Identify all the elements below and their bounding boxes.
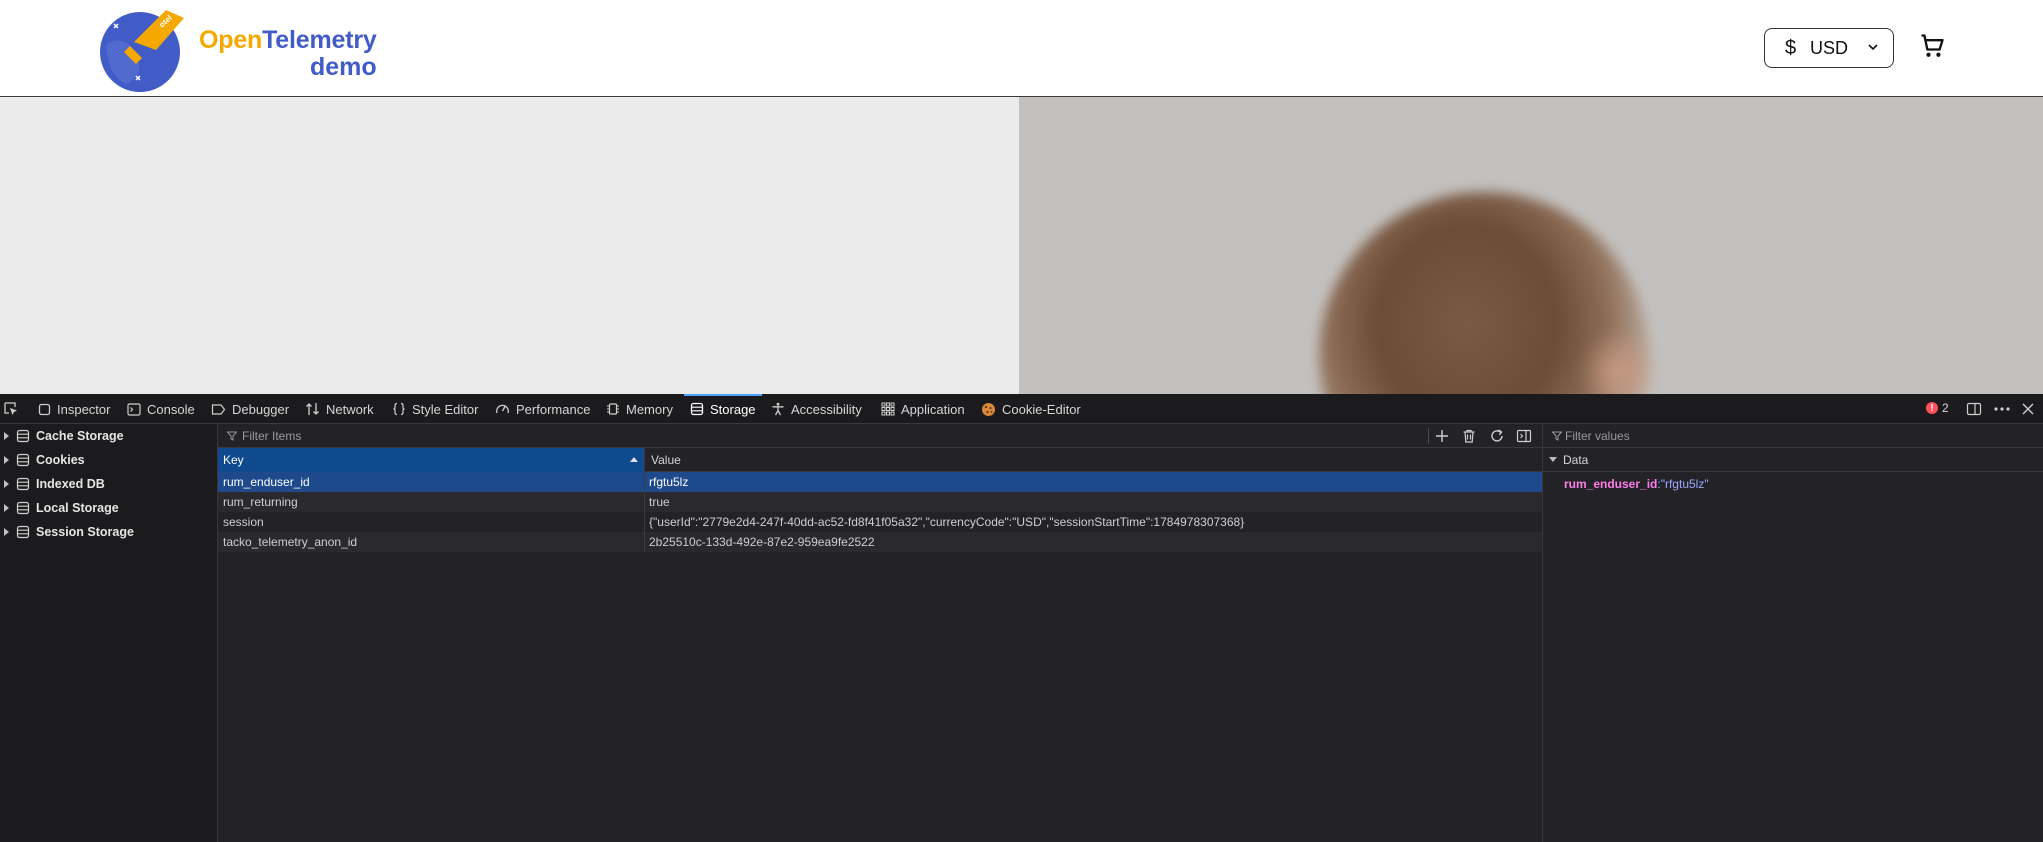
expand-arrow-icon[interactable]	[4, 480, 9, 488]
filter-icon	[227, 431, 237, 441]
sort-ascending-icon	[630, 457, 638, 462]
item-details-panel: Data rum_enduser_id:"rfgtu5lz"	[1542, 424, 2043, 842]
hero-banner-image	[1019, 97, 2043, 394]
tab-accessibility[interactable]: Accessibility	[771, 394, 862, 424]
table-row[interactable]: session {"userId":"2779e2d4-247f-40dd-ac…	[218, 512, 1542, 532]
column-divider	[644, 492, 645, 512]
logo-subtext: demo	[310, 53, 377, 81]
accessibility-icon	[772, 402, 784, 416]
expand-arrow-icon[interactable]	[4, 528, 9, 536]
table-row[interactable]: rum_returning true	[218, 492, 1542, 512]
element-picker-icon[interactable]	[3, 401, 19, 417]
data-section-header[interactable]: Data	[1543, 448, 2043, 472]
currency-symbol: $	[1785, 37, 1797, 59]
tree-item-indexed-db[interactable]: Indexed DB	[0, 473, 105, 495]
column-divider	[644, 532, 645, 552]
chevron-down-icon	[1868, 44, 1878, 51]
tree-item-session-storage[interactable]: Session Storage	[0, 521, 134, 543]
dock-side-icon[interactable]	[1966, 401, 1982, 417]
tab-console[interactable]: Console	[127, 394, 195, 424]
hero-banner-left	[0, 97, 1019, 394]
chip-icon	[607, 403, 619, 415]
tree-item-local-storage[interactable]: Local Storage	[0, 497, 119, 519]
filter-items-bar	[218, 424, 1542, 448]
tab-network[interactable]: Network	[305, 394, 374, 424]
add-item-icon[interactable]	[1434, 428, 1450, 444]
table-header: Key Value	[218, 448, 1542, 472]
row-key: rum_enduser_id	[223, 475, 310, 489]
collapse-caret-icon	[1549, 457, 1557, 462]
devtools-panel: Inspector Console Debugger Network Style…	[0, 394, 2043, 842]
more-options-icon[interactable]	[1993, 401, 2011, 417]
column-header-value[interactable]: Value	[644, 448, 1542, 472]
tree-item-cookies[interactable]: Cookies	[0, 449, 85, 471]
delete-icon[interactable]	[1461, 428, 1477, 444]
column-header-key[interactable]: Key	[218, 448, 644, 472]
tab-inspector[interactable]: Inspector	[38, 394, 110, 424]
gauge-icon	[496, 404, 509, 414]
expand-arrow-icon[interactable]	[4, 456, 9, 464]
storage-tree: Cache Storage Cookies Indexed DB Local S…	[0, 424, 218, 842]
toolbar-separator	[1428, 428, 1429, 444]
error-icon: !	[1926, 402, 1938, 414]
row-value: true	[649, 495, 670, 509]
detail-entry-value: "rfgtu5lz"	[1660, 477, 1709, 491]
error-count-badge[interactable]: ! 2	[1926, 401, 1949, 415]
site-header: otel OpenTelemetry demo $ USD	[0, 0, 2043, 97]
database-icon	[16, 501, 30, 515]
tab-application[interactable]: Application	[881, 394, 965, 424]
shopping-cart-icon[interactable]	[1918, 32, 1946, 60]
storage-table-pane: Key Value rum_enduser_id rfgtu5lz rum_re…	[218, 424, 1542, 842]
row-key: tacko_telemetry_anon_id	[223, 535, 358, 549]
tab-memory[interactable]: Memory	[606, 394, 673, 424]
expand-arrow-icon[interactable]	[4, 432, 9, 440]
telescope-planet-logo-icon: otel	[100, 10, 184, 92]
storage-icon	[690, 402, 704, 416]
cookie-icon	[982, 402, 995, 416]
expand-arrow-icon[interactable]	[4, 504, 9, 512]
column-divider	[644, 472, 645, 492]
table-row[interactable]: rum_enduser_id rfgtu5lz	[218, 472, 1542, 492]
tab-style-editor[interactable]: Style Editor	[392, 394, 478, 424]
row-value: {"userId":"2779e2d4-247f-40dd-ac52-fd8f4…	[649, 515, 1245, 529]
filter-values-bar	[1543, 424, 2043, 448]
refresh-icon[interactable]	[1489, 428, 1505, 444]
table-row[interactable]: tacko_telemetry_anon_id 2b25510c-133d-49…	[218, 532, 1542, 552]
tab-storage[interactable]: Storage	[684, 394, 762, 424]
close-devtools-icon[interactable]	[2021, 401, 2035, 417]
opentelemetry-demo-logo[interactable]: otel OpenTelemetry demo	[96, 4, 396, 94]
filter-icon	[1552, 431, 1562, 441]
detail-entry-key: rum_enduser_id	[1564, 477, 1658, 491]
devtools-toolbar: Inspector Console Debugger Network Style…	[0, 394, 2043, 424]
toggle-sidebar-icon[interactable]	[1516, 428, 1532, 444]
column-divider	[644, 512, 645, 532]
network-icon	[306, 403, 319, 415]
tab-debugger[interactable]: Debugger	[211, 394, 289, 424]
row-value: rfgtu5lz	[649, 475, 689, 489]
row-key: session	[223, 515, 264, 529]
tree-item-cache-storage[interactable]: Cache Storage	[0, 425, 124, 447]
tab-cookie-editor[interactable]: Cookie-Editor	[981, 394, 1081, 424]
database-icon	[16, 477, 30, 491]
database-icon	[16, 453, 30, 467]
database-icon	[16, 525, 30, 539]
filter-items-input[interactable]	[242, 428, 942, 444]
console-icon	[127, 402, 141, 416]
database-icon	[16, 429, 30, 443]
grid-icon	[881, 402, 895, 416]
detail-entry[interactable]: rum_enduser_id:"rfgtu5lz"	[1564, 477, 1709, 491]
filter-values-input[interactable]	[1565, 428, 1965, 444]
inspector-icon	[38, 403, 51, 415]
debugger-icon	[211, 403, 226, 415]
logo-text: OpenTelemetry	[199, 26, 377, 54]
row-key: rum_returning	[223, 495, 298, 509]
tab-performance[interactable]: Performance	[495, 394, 590, 424]
braces-icon	[393, 402, 405, 416]
currency-select[interactable]: $ USD	[1764, 28, 1894, 68]
row-value: 2b25510c-133d-492e-87e2-959ea9fe2522	[649, 535, 875, 549]
currency-code: USD	[1810, 38, 1849, 58]
